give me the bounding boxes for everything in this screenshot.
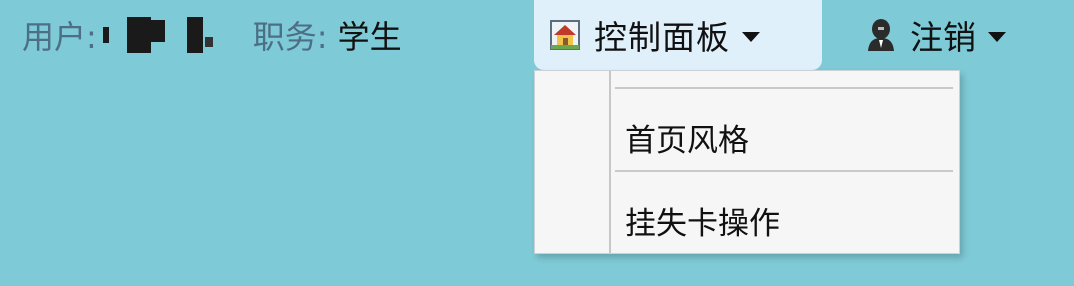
- house-icon: [550, 20, 580, 50]
- menu-icon-gutter: [609, 71, 611, 253]
- role-label: 职务:: [252, 18, 328, 56]
- chevron-down-icon: [988, 32, 1006, 42]
- user-label: 用户:: [22, 18, 97, 56]
- control-panel-dropdown-menu: 首页风格 挂失卡操作: [534, 70, 960, 254]
- top-bar: 用户: 职务: 学生 控制面板 注销: [0, 0, 1074, 72]
- control-panel-label: 控制面板: [594, 18, 730, 57]
- user-name-redacted: [102, 17, 213, 53]
- menu-item-home-style[interactable]: 首页风格: [625, 115, 749, 160]
- menu-separator: [615, 170, 953, 172]
- role-info: 职务: 学生: [253, 12, 402, 58]
- person-icon: [866, 18, 896, 52]
- logout-label: 注销: [910, 18, 976, 57]
- menu-separator: [615, 87, 953, 89]
- control-panel-button[interactable]: 控制面板: [534, 0, 822, 70]
- role-value: 学生: [337, 18, 402, 56]
- logout-button[interactable]: 注销: [866, 12, 1006, 58]
- chevron-down-icon: [742, 32, 760, 42]
- user-info: 用户: 职务: 学生: [22, 12, 402, 58]
- menu-item-report-lost-card[interactable]: 挂失卡操作: [625, 198, 780, 243]
